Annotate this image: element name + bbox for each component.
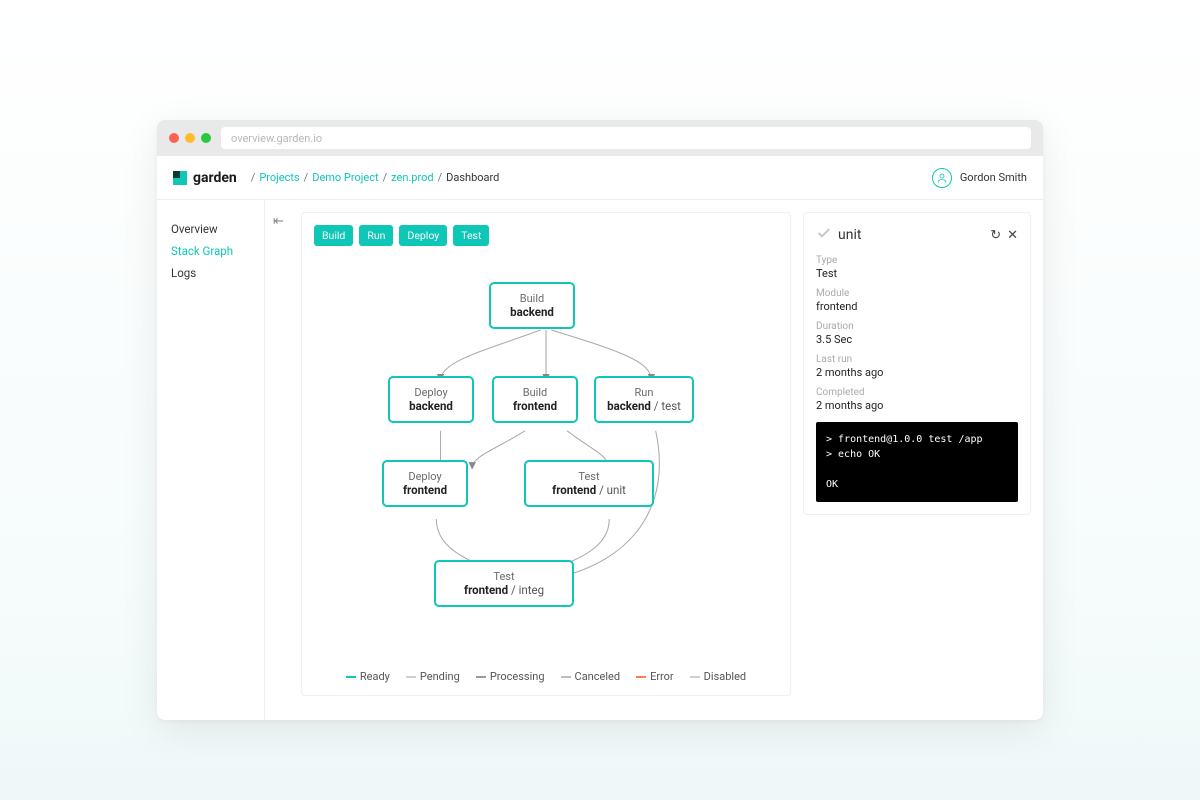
node-label: backend	[501, 305, 563, 319]
swatch-processing	[476, 676, 486, 678]
crumb-env[interactable]: zen.prod	[391, 171, 433, 184]
meta-completed-label: Completed	[816, 387, 1018, 398]
meta-lastrun-value: 2 months ago	[816, 366, 1018, 379]
crumb-project[interactable]: Demo Project	[312, 171, 378, 184]
sidebar-item-overview[interactable]: Overview	[171, 218, 264, 240]
node-type: Test	[536, 470, 642, 483]
filter-bar: Build Run Deploy Test	[314, 225, 778, 246]
breadcrumbs: / Projects / Demo Project / zen.prod / D…	[251, 171, 500, 184]
node-type: Build	[504, 386, 566, 399]
legend-ready: Ready	[346, 670, 390, 683]
panel-meta: TypeTest Modulefrontend Duration3.5 Sec …	[816, 255, 1018, 412]
filter-run[interactable]: Run	[359, 225, 393, 246]
node-label: frontend / unit	[536, 483, 642, 497]
node-type: Deploy	[400, 386, 462, 399]
meta-lastrun-label: Last run	[816, 354, 1018, 365]
legend-disabled: Disabled	[690, 670, 746, 683]
node-deploy-frontend[interactable]: Deploy frontend	[382, 460, 468, 507]
node-run-backend-test[interactable]: Run backend / test	[594, 376, 694, 423]
filter-test[interactable]: Test	[453, 225, 489, 246]
crumb-current: Dashboard	[446, 171, 499, 184]
dependency-graph[interactable]: Build backend Deploy backend Build front…	[314, 246, 778, 666]
close-window-button[interactable]	[169, 133, 179, 143]
swatch-error	[636, 676, 646, 678]
node-deploy-backend[interactable]: Deploy backend	[388, 376, 474, 423]
meta-duration-label: Duration	[816, 321, 1018, 332]
user-name: Gordon Smith	[960, 171, 1027, 184]
meta-module-label: Module	[816, 288, 1018, 299]
legend-canceled: Canceled	[561, 670, 621, 683]
node-type: Deploy	[394, 470, 456, 483]
legend-pending: Pending	[406, 670, 460, 683]
brand-logo[interactable]: garden	[173, 170, 237, 186]
node-build-backend[interactable]: Build backend	[489, 282, 575, 329]
node-test-frontend-unit[interactable]: Test frontend / unit	[524, 460, 654, 507]
refresh-icon[interactable]: ↻	[990, 228, 1001, 243]
sidebar-item-stackgraph[interactable]: Stack Graph	[171, 240, 264, 262]
meta-type-value: Test	[816, 267, 1018, 280]
node-type: Build	[501, 292, 563, 305]
legend-error: Error	[636, 670, 674, 683]
legend-processing: Processing	[476, 670, 545, 683]
logo-icon	[173, 171, 187, 185]
sidebar-item-logs[interactable]: Logs	[171, 262, 264, 284]
check-icon	[816, 225, 832, 245]
node-test-frontend-integ[interactable]: Test frontend / integ	[434, 560, 574, 607]
node-label: backend	[400, 399, 462, 413]
window-controls	[169, 133, 211, 143]
meta-module-value: frontend	[816, 300, 1018, 313]
swatch-canceled	[561, 676, 571, 678]
maximize-window-button[interactable]	[201, 133, 211, 143]
browser-titlebar: overview.garden.io	[157, 120, 1043, 156]
terminal-output: > frontend@1.0.0 test /app > echo OK OK	[816, 422, 1018, 502]
collapse-sidebar-icon[interactable]: ⇤	[273, 212, 289, 696]
meta-completed-value: 2 months ago	[816, 399, 1018, 412]
brand-name: garden	[193, 170, 237, 186]
swatch-ready	[346, 676, 356, 678]
status-legend: Ready Pending Processing Canceled Error …	[314, 666, 778, 683]
close-icon[interactable]: ✕	[1007, 228, 1018, 243]
filter-build[interactable]: Build	[314, 225, 353, 246]
avatar-icon	[932, 168, 952, 188]
meta-type-label: Type	[816, 255, 1018, 266]
panel-title: unit	[838, 227, 984, 243]
sidebar: Overview Stack Graph Logs	[157, 200, 265, 720]
node-label: frontend	[394, 483, 456, 497]
node-label: frontend / integ	[446, 583, 562, 597]
graph-canvas: Build Run Deploy Test	[301, 212, 791, 696]
crumb-projects[interactable]: Projects	[259, 171, 299, 184]
minimize-window-button[interactable]	[185, 133, 195, 143]
swatch-disabled	[690, 676, 700, 678]
node-build-frontend[interactable]: Build frontend	[492, 376, 578, 423]
swatch-pending	[406, 676, 416, 678]
node-type: Run	[606, 386, 682, 399]
address-bar[interactable]: overview.garden.io	[221, 127, 1031, 149]
filter-deploy[interactable]: Deploy	[399, 225, 447, 246]
node-label: frontend	[504, 399, 566, 413]
details-panel: unit ↻ ✕ TypeTest Modulefrontend Duratio…	[803, 212, 1031, 515]
app-header: garden / Projects / Demo Project / zen.p…	[157, 156, 1043, 200]
node-type: Test	[446, 570, 562, 583]
meta-duration-value: 3.5 Sec	[816, 333, 1018, 346]
browser-window: overview.garden.io garden / Projects / D…	[157, 120, 1043, 720]
node-label: backend / test	[606, 399, 682, 413]
user-menu[interactable]: Gordon Smith	[932, 168, 1027, 188]
address-bar-text: overview.garden.io	[231, 132, 322, 145]
